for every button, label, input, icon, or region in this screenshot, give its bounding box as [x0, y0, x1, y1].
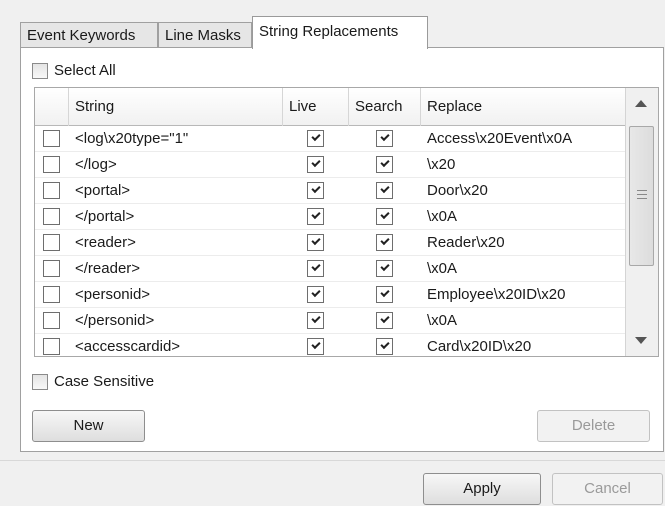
- tab-line-masks[interactable]: Line Masks: [158, 22, 252, 48]
- cancel-button[interactable]: Cancel: [552, 473, 663, 505]
- tab-string-replacements[interactable]: String Replacements: [252, 16, 428, 49]
- row-select-checkbox[interactable]: [43, 338, 60, 355]
- table-row[interactable]: </personid> \x0A: [35, 308, 625, 334]
- live-checkbox[interactable]: [307, 234, 324, 251]
- replace-cell[interactable]: Employee\x20ID\x20: [427, 282, 565, 308]
- checkbox-box[interactable]: [32, 373, 48, 390]
- live-checkbox[interactable]: [307, 286, 324, 303]
- string-cell[interactable]: <accesscardid>: [75, 334, 180, 356]
- column-header-string[interactable]: String: [69, 88, 283, 126]
- new-button[interactable]: New: [32, 410, 145, 442]
- select-all-checkbox[interactable]: Select All: [32, 62, 116, 79]
- replace-cell[interactable]: \x0A: [427, 204, 457, 230]
- table-row[interactable]: </portal> \x0A: [35, 204, 625, 230]
- row-select-checkbox[interactable]: [43, 286, 60, 303]
- replace-cell[interactable]: Card\x20ID\x20: [427, 334, 531, 356]
- table-row[interactable]: <reader> Reader\x20: [35, 230, 625, 256]
- grip-line: [637, 190, 647, 191]
- grip-line: [637, 198, 647, 199]
- header-select-column: [35, 88, 69, 126]
- search-checkbox[interactable]: [376, 156, 393, 173]
- scroll-up-arrow-icon[interactable]: [635, 100, 647, 107]
- delete-button[interactable]: Delete: [537, 410, 650, 442]
- string-cell[interactable]: </portal>: [75, 204, 134, 230]
- string-cell[interactable]: <portal>: [75, 178, 130, 204]
- tab-label: String Replacements: [259, 23, 399, 40]
- footer-divider: [0, 460, 665, 461]
- case-sensitive-checkbox[interactable]: Case Sensitive: [32, 373, 154, 390]
- replace-cell[interactable]: \x0A: [427, 308, 457, 334]
- tab-label: Event Keywords: [27, 27, 136, 44]
- row-select-checkbox[interactable]: [43, 130, 60, 147]
- table-row[interactable]: <personid> Employee\x20ID\x20: [35, 282, 625, 308]
- search-checkbox[interactable]: [376, 260, 393, 277]
- vertical-scrollbar[interactable]: [625, 88, 658, 356]
- table-row[interactable]: <accesscardid> Card\x20ID\x20: [35, 334, 625, 356]
- replace-cell[interactable]: Reader\x20: [427, 230, 505, 256]
- grid-header: String Live Search Replace: [35, 88, 625, 126]
- row-select-checkbox[interactable]: [43, 260, 60, 277]
- string-cell[interactable]: <personid>: [75, 282, 150, 308]
- replace-cell[interactable]: Access\x20Event\x0A: [427, 126, 572, 152]
- row-select-checkbox[interactable]: [43, 312, 60, 329]
- case-sensitive-label: Case Sensitive: [54, 373, 155, 390]
- search-checkbox[interactable]: [376, 234, 393, 251]
- scroll-down-arrow-icon[interactable]: [635, 337, 647, 344]
- search-checkbox[interactable]: [376, 130, 393, 147]
- string-replacements-grid: String Live Search Replace <log\x20type=…: [34, 87, 659, 357]
- table-row[interactable]: </log> \x20: [35, 152, 625, 178]
- search-checkbox[interactable]: [376, 338, 393, 355]
- grip-line: [637, 194, 647, 195]
- live-checkbox[interactable]: [307, 312, 324, 329]
- tab-label: Line Masks: [165, 27, 241, 44]
- string-cell[interactable]: </personid>: [75, 308, 154, 334]
- tab-event-keywords[interactable]: Event Keywords: [20, 22, 158, 48]
- live-checkbox[interactable]: [307, 182, 324, 199]
- live-checkbox[interactable]: [307, 260, 324, 277]
- checkbox-box[interactable]: [32, 62, 48, 79]
- table-row[interactable]: <portal> Door\x20: [35, 178, 625, 204]
- search-checkbox[interactable]: [376, 182, 393, 199]
- search-checkbox[interactable]: [376, 286, 393, 303]
- apply-button[interactable]: Apply: [423, 473, 541, 505]
- live-checkbox[interactable]: [307, 338, 324, 355]
- column-header-replace[interactable]: Replace: [421, 88, 625, 126]
- live-checkbox[interactable]: [307, 130, 324, 147]
- search-checkbox[interactable]: [376, 312, 393, 329]
- replace-cell[interactable]: Door\x20: [427, 178, 488, 204]
- replace-cell[interactable]: \x20: [427, 152, 455, 178]
- row-select-checkbox[interactable]: [43, 156, 60, 173]
- row-select-checkbox[interactable]: [43, 234, 60, 251]
- live-checkbox[interactable]: [307, 208, 324, 225]
- row-select-checkbox[interactable]: [43, 182, 60, 199]
- replace-cell[interactable]: \x0A: [427, 256, 457, 282]
- scrollbar-thumb[interactable]: [629, 126, 654, 266]
- string-cell[interactable]: </reader>: [75, 256, 140, 282]
- column-header-live[interactable]: Live: [283, 88, 349, 126]
- row-select-checkbox[interactable]: [43, 208, 60, 225]
- table-row[interactable]: </reader> \x0A: [35, 256, 625, 282]
- select-all-label: Select All: [54, 62, 116, 79]
- table-row[interactable]: <log\x20type="1" Access\x20Event\x0A: [35, 126, 625, 152]
- live-checkbox[interactable]: [307, 156, 324, 173]
- search-checkbox[interactable]: [376, 208, 393, 225]
- column-header-search[interactable]: Search: [349, 88, 421, 126]
- string-cell[interactable]: <reader>: [75, 230, 136, 256]
- string-cell[interactable]: </log>: [75, 152, 117, 178]
- string-cell[interactable]: <log\x20type="1": [75, 126, 188, 152]
